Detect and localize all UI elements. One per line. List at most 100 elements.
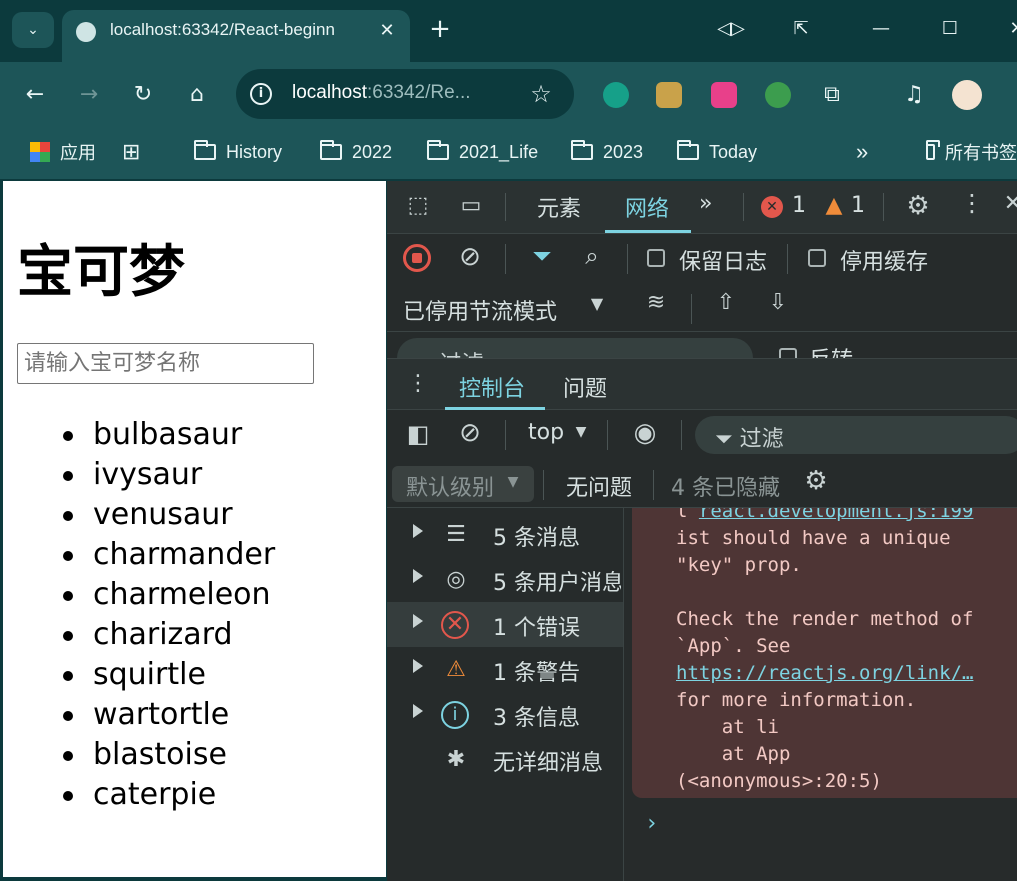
docs-link[interactable]: https://reactjs.org/link/… bbox=[676, 662, 973, 684]
error-count-icon[interactable]: ✕ bbox=[761, 196, 783, 218]
chevron-down-icon[interactable]: ▼ bbox=[587, 294, 607, 313]
close-devtools-icon[interactable]: ✕ bbox=[1003, 191, 1017, 216]
all-bookmarks-folder[interactable]: 所有书签 bbox=[926, 140, 1017, 164]
console-filter-input[interactable]: ⏷ 过滤 bbox=[695, 416, 1017, 454]
grid-icon[interactable]: ⊞ bbox=[122, 139, 140, 164]
info-icon: i bbox=[441, 701, 469, 729]
context-select[interactable]: top bbox=[528, 420, 564, 445]
stack-frame[interactable]: (<anonymous>:20:5) bbox=[676, 770, 882, 792]
sidebar-item-errors[interactable]: ✕ 1 个错误 bbox=[387, 602, 623, 647]
extension-icon[interactable] bbox=[656, 82, 682, 108]
url-text[interactable]: localhost:63342/Re... bbox=[292, 82, 507, 104]
expand-arrow-icon bbox=[413, 569, 423, 583]
eye-icon[interactable]: ◉ bbox=[627, 418, 663, 448]
bookmark-folder-2021-life[interactable]: 2021_Life bbox=[427, 140, 538, 164]
console-settings-gear-icon[interactable]: ⚙ bbox=[801, 466, 831, 496]
sidebar-item-user-messages[interactable]: ◎ 5 条用户消息 bbox=[387, 557, 623, 602]
search-icon[interactable]: ⌕ bbox=[577, 242, 607, 270]
expand-arrow-icon bbox=[413, 659, 423, 673]
list-item: ivysaur bbox=[63, 455, 275, 495]
no-issues-label[interactable]: 无问题 bbox=[566, 470, 632, 502]
sidebar-toggle-icon[interactable]: ◧ bbox=[403, 420, 433, 448]
error-count[interactable]: 1 bbox=[792, 193, 806, 218]
filter-funnel-icon[interactable]: ⏷ bbox=[527, 242, 557, 270]
drawer-menu-icon[interactable]: ⋮ bbox=[407, 371, 429, 396]
chat-extension-icon[interactable] bbox=[603, 82, 629, 108]
reload-icon[interactable]: ↻ bbox=[126, 78, 160, 112]
tab-search-button[interactable]: ⌄ bbox=[12, 12, 54, 48]
sidebar-item-label: 3 条信息 bbox=[493, 706, 580, 731]
throttle-select[interactable]: 已停用节流模式 bbox=[403, 294, 557, 326]
bookmarks-bar: 应用 ⊞ History 2022 2021_Life 2023 Today »… bbox=[0, 126, 1017, 180]
bookmark-folder-history[interactable]: History bbox=[194, 140, 282, 164]
preserve-log-checkbox[interactable] bbox=[647, 249, 665, 267]
pokemon-search-input[interactable] bbox=[17, 343, 314, 384]
address-bar[interactable]: i localhost:63342/Re... ☆ bbox=[236, 69, 574, 119]
bookmark-folder-2023[interactable]: 2023 bbox=[571, 140, 643, 164]
error-text: Check the render method of bbox=[676, 608, 974, 630]
network-conditions-icon[interactable]: ≋ bbox=[639, 290, 673, 315]
sidebar-item-messages[interactable]: ☰ 5 条消息 bbox=[387, 512, 623, 557]
folder-icon bbox=[926, 140, 940, 160]
console-sidebar: ☰ 5 条消息 ◎ 5 条用户消息 ✕ 1 个错误 ⚠ 1 条警告 i 3 条信… bbox=[387, 508, 624, 881]
log-level-select[interactable]: 默认级别 ▼ bbox=[392, 466, 534, 502]
warning-count[interactable]: 1 bbox=[851, 193, 865, 218]
more-tabs-button[interactable]: » bbox=[699, 191, 712, 216]
site-info-icon[interactable]: i bbox=[250, 83, 272, 105]
translate-extension-icon[interactable] bbox=[711, 82, 737, 108]
tab-elements[interactable]: 元素 bbox=[537, 191, 581, 223]
sidebar-item-label: 1 条警告 bbox=[493, 661, 580, 686]
record-stop-icon[interactable] bbox=[403, 244, 431, 272]
bookmark-folder-today[interactable]: Today bbox=[677, 140, 757, 164]
clear-console-icon[interactable]: ⊘ bbox=[455, 418, 485, 448]
minimize-button[interactable]: — bbox=[864, 12, 898, 46]
network-filter-input[interactable]: ⏷ 过滤 bbox=[397, 338, 753, 359]
apps-bookmark[interactable]: 应用 bbox=[30, 140, 96, 164]
more-options-icon[interactable]: ⋮ bbox=[957, 189, 987, 217]
list-item: charmeleon bbox=[63, 575, 275, 615]
split-view-icon[interactable]: ◁▷ bbox=[714, 12, 748, 46]
close-window-button[interactable]: ✕ bbox=[1000, 12, 1017, 46]
import-har-icon[interactable]: ⇧ bbox=[711, 290, 741, 315]
active-tab[interactable]: localhost:63342/React-beginn ✕ bbox=[62, 10, 410, 62]
folder-label: Today bbox=[709, 141, 758, 162]
media-control-icon[interactable]: ♫ bbox=[897, 78, 931, 112]
disable-cache-checkbox[interactable] bbox=[808, 249, 826, 267]
url-path: :63342/Re... bbox=[367, 82, 471, 103]
puzzle-extensions-icon[interactable]: ⧉ bbox=[815, 78, 849, 112]
bookmark-star-icon[interactable]: ☆ bbox=[526, 79, 556, 109]
maximize-button[interactable]: ☐ bbox=[933, 12, 967, 46]
network-toolbar: ⊘ ⏷ ⌕ 保留日志 停用缓存 已停用节流模式 ▼ ≋ ⇧ ⇩ bbox=[387, 234, 1017, 331]
inspect-element-icon[interactable]: ⬚ bbox=[403, 193, 433, 218]
color-extension-icon[interactable] bbox=[765, 82, 791, 108]
tab-issues[interactable]: 问题 bbox=[563, 371, 607, 403]
home-icon[interactable]: ⌂ bbox=[180, 78, 214, 112]
gear-icon[interactable]: ⚙ bbox=[903, 191, 933, 221]
new-tab-button[interactable]: + bbox=[425, 14, 455, 44]
source-link[interactable]: react.development.js:199 bbox=[699, 508, 974, 522]
clear-icon[interactable]: ⊘ bbox=[455, 242, 485, 272]
pokemon-list: bulbasaur ivysaur venusaur charmander ch… bbox=[63, 415, 275, 815]
warning-count-icon[interactable]: ▲ bbox=[821, 193, 847, 218]
forward-arrow-icon[interactable]: → bbox=[72, 78, 106, 112]
apps-grid-icon bbox=[30, 142, 50, 162]
bookmarks-overflow-button[interactable]: » bbox=[856, 139, 868, 164]
chevron-down-icon: ⌄ bbox=[27, 22, 39, 38]
tab-network[interactable]: 网络 bbox=[625, 191, 669, 223]
sidebar-item-verbose[interactable]: ✱ 无详细消息 bbox=[387, 737, 623, 782]
chevron-down-icon[interactable]: ▼ bbox=[573, 424, 589, 440]
sidebar-item-info[interactable]: i 3 条信息 bbox=[387, 692, 623, 737]
tab-console[interactable]: 控制台 bbox=[459, 371, 525, 403]
cast-icon[interactable]: ⇱ bbox=[784, 12, 818, 46]
device-toolbar-icon[interactable]: ▭ bbox=[455, 193, 487, 218]
console-toolbar: ◧ ⊘ top ▼ ◉ ⏷ 过滤 bbox=[387, 410, 1017, 460]
bookmark-folder-2022[interactable]: 2022 bbox=[320, 140, 392, 164]
export-har-icon[interactable]: ⇩ bbox=[763, 290, 793, 315]
back-arrow-icon[interactable]: ← bbox=[18, 78, 52, 112]
filter-icon: ⏷ bbox=[715, 427, 740, 452]
close-tab-icon[interactable]: ✕ bbox=[374, 18, 400, 44]
sidebar-item-warnings[interactable]: ⚠ 1 条警告 bbox=[387, 647, 623, 692]
network-filter-row: ⏷ 过滤 反转 bbox=[387, 331, 1017, 359]
profile-avatar[interactable] bbox=[952, 80, 982, 110]
console-prompt[interactable]: › bbox=[645, 811, 658, 836]
